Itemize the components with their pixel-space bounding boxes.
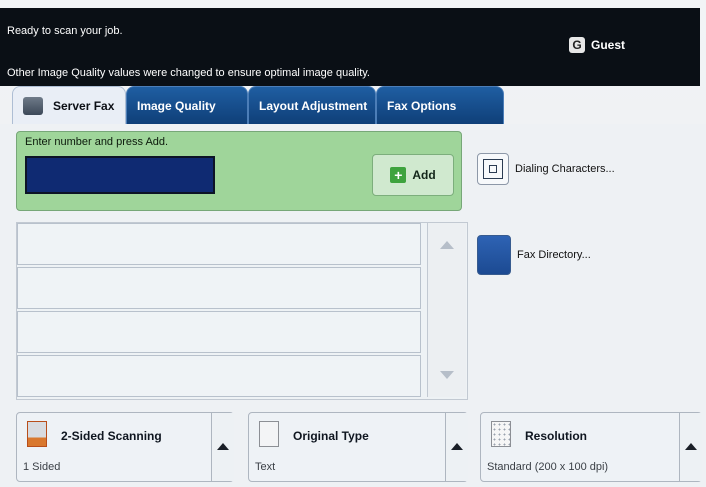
user-label: Guest: [591, 38, 626, 52]
tab-bar: Server Fax Image Quality Layout Adjustme…: [0, 86, 706, 125]
plus-icon: +: [390, 167, 407, 183]
fax-directory-button[interactable]: Fax Directory...: [477, 230, 677, 280]
original-type-icon: [259, 421, 279, 447]
dialing-characters-button[interactable]: Dialing Characters...: [477, 144, 677, 194]
add-button-label: Add: [412, 168, 436, 182]
resolution-button[interactable]: Resolution Standard (200 x 100 dpi): [480, 412, 702, 482]
recipient-list[interactable]: [16, 222, 468, 400]
status-bar: Ready to scan your job. Other Image Qual…: [0, 8, 700, 86]
tab-label: Image Quality: [137, 98, 216, 113]
dialing-characters-icon: [477, 153, 509, 185]
list-item[interactable]: [17, 223, 421, 265]
fax-tab-icon: [23, 96, 43, 115]
two-sided-arrow-icon[interactable]: [211, 413, 234, 481]
tab-server-fax[interactable]: Server Fax: [12, 86, 126, 124]
list-scrollbar[interactable]: [427, 223, 466, 397]
fax-entry-box: Enter number and press Add. + Add: [16, 131, 462, 211]
list-item[interactable]: [17, 311, 421, 353]
add-button[interactable]: + Add: [372, 154, 454, 196]
two-sided-title: 2-Sided Scanning: [61, 429, 162, 443]
two-sided-icon: [27, 421, 47, 447]
resolution-title: Resolution: [525, 429, 587, 443]
fax-number-input[interactable]: [25, 156, 215, 194]
original-type-title: Original Type: [293, 429, 369, 443]
user-indicator[interactable]: G Guest: [569, 37, 625, 53]
scroll-down-icon[interactable]: [440, 371, 454, 379]
resolution-arrow-icon[interactable]: [679, 413, 702, 481]
tab-image-quality[interactable]: Image Quality: [126, 86, 248, 124]
fax-directory-icon: [477, 235, 511, 275]
two-sided-scanning-button[interactable]: 2-Sided Scanning 1 Sided: [16, 412, 234, 482]
status-warning: Other Image Quality values were changed …: [7, 67, 370, 79]
two-sided-value: 1 Sided: [23, 461, 61, 473]
tab-layout-adjustment[interactable]: Layout Adjustment: [248, 86, 376, 124]
status-message: Ready to scan your job.: [7, 25, 123, 37]
tab-fax-options[interactable]: Fax Options: [376, 86, 504, 124]
original-type-value: Text: [255, 461, 276, 473]
fax-screen: Ready to scan your job. Other Image Qual…: [0, 0, 706, 487]
list-item[interactable]: [17, 267, 421, 309]
user-icon: G: [569, 37, 585, 53]
list-item[interactable]: [17, 355, 421, 397]
original-type-arrow-icon[interactable]: [445, 413, 468, 481]
tab-label: Fax Options: [387, 98, 457, 113]
fax-entry-prompt: Enter number and press Add.: [25, 136, 169, 148]
tab-label: Server Fax: [53, 98, 115, 113]
fax-directory-label: Fax Directory...: [517, 249, 591, 261]
original-type-button[interactable]: Original Type Text: [248, 412, 468, 482]
dialing-characters-label: Dialing Characters...: [515, 163, 615, 175]
scroll-up-icon[interactable]: [440, 241, 454, 249]
resolution-icon: [491, 421, 511, 447]
resolution-value: Standard (200 x 100 dpi): [487, 461, 609, 473]
tab-label: Layout Adjustment: [259, 98, 368, 113]
